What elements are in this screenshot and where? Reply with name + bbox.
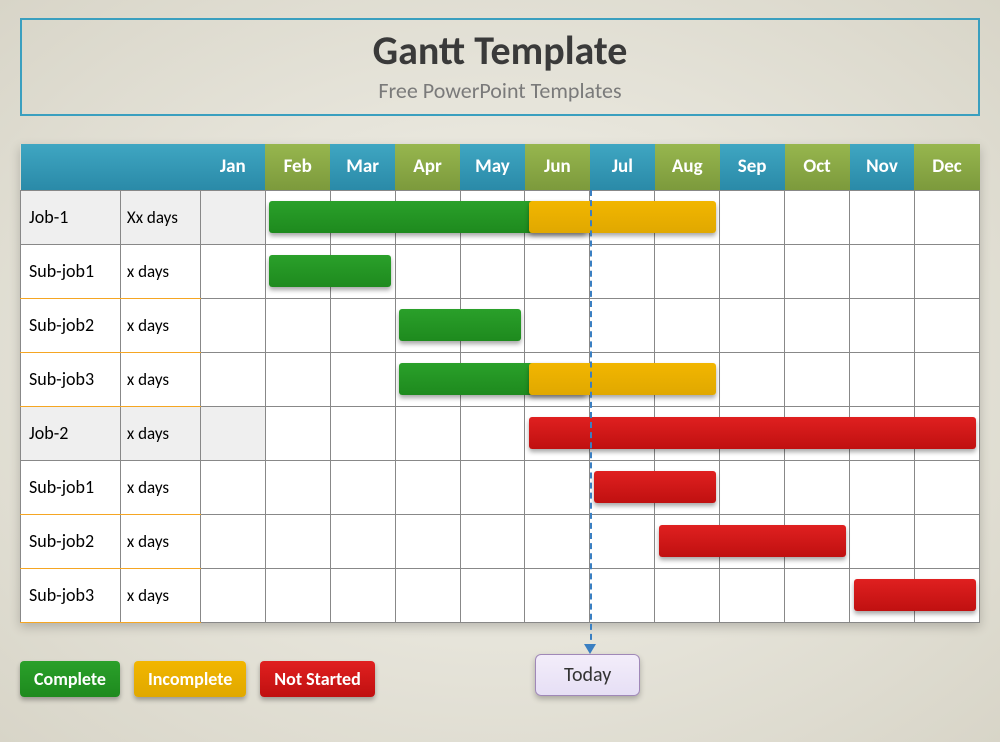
today-label: Today [564,663,611,687]
today-marker: Today [535,654,640,696]
gantt-bar [529,201,716,233]
slide: Gantt Template Free PowerPoint Templates… [0,0,1000,742]
month-dec: Dec [914,144,979,190]
gantt-bar [269,255,391,287]
task-name: Sub-job1 [21,460,121,514]
month-oct: Oct [785,144,850,190]
title-block: Gantt Template Free PowerPoint Templates [20,18,980,116]
gantt-bar [594,471,716,503]
task-name: Job-1 [21,190,121,244]
task-duration: x days [120,298,200,352]
month-mar: Mar [330,144,395,190]
gantt-bar [529,363,716,395]
gantt-bar [529,417,976,449]
task-name: Sub-job2 [21,298,121,352]
month-apr: Apr [395,144,460,190]
today-line [590,190,592,650]
task-duration: x days [120,514,200,568]
legend-incomplete: Incomplete [134,661,246,697]
task-name: Sub-job3 [21,352,121,406]
month-may: May [460,144,525,190]
legend: Complete Incomplete Not Started [20,661,375,697]
task-duration: Xx days [120,190,200,244]
gantt-chart: Jan Feb Mar Apr May Jun Jul Aug Sep Oct … [20,144,980,623]
task-duration: x days [120,244,200,298]
header-row: Jan Feb Mar Apr May Jun Jul Aug Sep Oct … [21,144,980,190]
header-task-col [21,144,121,190]
task-duration: x days [120,406,200,460]
page-title: Gantt Template [22,26,978,75]
month-jul: Jul [590,144,655,190]
task-name: Sub-job1 [21,244,121,298]
task-name: Sub-job3 [21,568,121,622]
month-aug: Aug [655,144,720,190]
legend-notstarted: Not Started [260,661,374,697]
legend-complete: Complete [20,661,120,697]
month-jun: Jun [525,144,590,190]
task-duration: x days [120,352,200,406]
today-arrow-icon [584,644,596,654]
gantt-bar [854,579,976,611]
month-jan: Jan [200,144,265,190]
gantt-bar [399,309,521,341]
task-duration: x days [120,568,200,622]
task-duration: x days [120,460,200,514]
task-name: Sub-job2 [21,514,121,568]
gantt-bar [659,525,846,557]
task-name: Job-2 [21,406,121,460]
page-subtitle: Free PowerPoint Templates [22,77,978,104]
month-sep: Sep [720,144,785,190]
month-feb: Feb [265,144,330,190]
month-nov: Nov [850,144,915,190]
header-duration-col [120,144,200,190]
